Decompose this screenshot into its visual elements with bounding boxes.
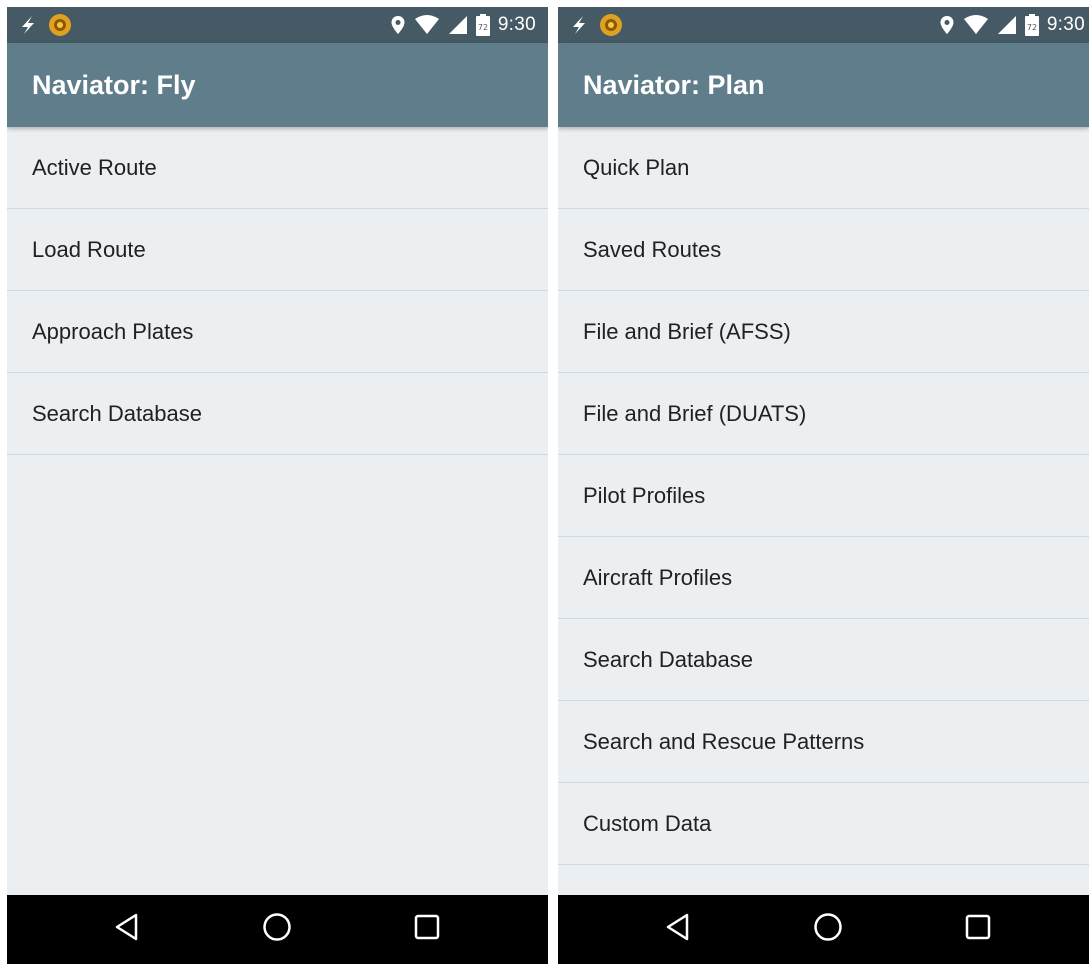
svg-text:72: 72 (478, 23, 488, 32)
recent-apps-button[interactable] (387, 895, 467, 964)
cell-signal-icon (997, 15, 1017, 35)
home-icon (262, 912, 292, 947)
status-bar: 72 9:30 (558, 7, 1089, 43)
menu-item-search-rescue-patterns[interactable]: Search and Rescue Patterns (558, 701, 1089, 783)
menu-item-load-route[interactable]: Load Route (7, 209, 548, 291)
wifi-icon (963, 15, 989, 35)
status-time: 9:30 (1046, 14, 1085, 35)
navigation-bar (558, 895, 1089, 964)
back-button[interactable] (638, 895, 718, 964)
menu-item-active-route[interactable]: Active Route (7, 127, 548, 209)
recent-apps-icon (965, 914, 991, 945)
recent-apps-icon (414, 914, 440, 945)
lightning-icon (570, 15, 588, 35)
menu-list: Quick Plan Saved Routes File and Brief (… (558, 127, 1089, 865)
cell-signal-icon (448, 15, 468, 35)
location-pin-icon (390, 15, 406, 35)
menu-item-saved-routes[interactable]: Saved Routes (558, 209, 1089, 291)
recent-apps-button[interactable] (938, 895, 1018, 964)
app-bar: Naviator: Fly (7, 43, 548, 127)
app-title: Naviator: Fly (32, 70, 196, 100)
app-notification-icon (47, 12, 73, 38)
menu-item-pilot-profiles[interactable]: Pilot Profiles (558, 455, 1089, 537)
status-time: 9:30 (497, 14, 536, 35)
fly-screen: 72 9:30 Naviator: Fly Active Route Load … (7, 7, 548, 964)
svg-text:72: 72 (1027, 23, 1037, 32)
menu-item-aircraft-profiles[interactable]: Aircraft Profiles (558, 537, 1089, 619)
menu-item-file-brief-duats[interactable]: File and Brief (DUATS) (558, 373, 1089, 455)
battery-icon: 72 (475, 14, 490, 36)
menu-item-file-brief-afss[interactable]: File and Brief (AFSS) (558, 291, 1089, 373)
app-title: Naviator: Plan (583, 70, 765, 100)
back-icon (665, 913, 691, 946)
menu-item-approach-plates[interactable]: Approach Plates (7, 291, 548, 373)
menu-list: Active Route Load Route Approach Plates … (7, 127, 548, 455)
status-bar: 72 9:30 (7, 7, 548, 43)
home-button[interactable] (237, 895, 317, 964)
app-bar: Naviator: Plan (558, 43, 1089, 127)
app-notification-icon (598, 12, 624, 38)
home-button[interactable] (788, 895, 868, 964)
location-pin-icon (939, 15, 955, 35)
battery-icon: 72 (1024, 14, 1039, 36)
back-button[interactable] (87, 895, 167, 964)
menu-item-quick-plan[interactable]: Quick Plan (558, 127, 1089, 209)
menu-item-search-database[interactable]: Search Database (7, 373, 548, 455)
lightning-icon (19, 15, 37, 35)
back-icon (114, 913, 140, 946)
menu-item-custom-data[interactable]: Custom Data (558, 783, 1089, 865)
wifi-icon (414, 15, 440, 35)
navigation-bar (7, 895, 548, 964)
plan-screen: 72 9:30 Naviator: Plan Quick Plan Saved … (558, 7, 1089, 964)
home-icon (813, 912, 843, 947)
menu-item-search-database[interactable]: Search Database (558, 619, 1089, 701)
